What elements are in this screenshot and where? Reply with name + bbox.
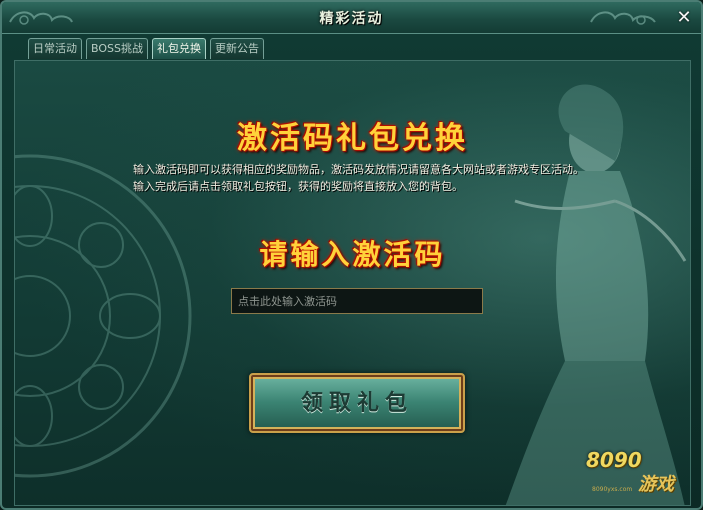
gift-exchange-panel: 激活码礼包兑换 输入激活码即可以获得相应的奖励物品，激活码发放情况请留意各大网站… bbox=[14, 60, 691, 506]
logo-subtext: 8090yxs.com bbox=[592, 486, 633, 493]
tab-gift-exchange[interactable]: 礼包兑换 bbox=[151, 38, 206, 59]
exchange-heading: 激活码礼包兑换 bbox=[237, 121, 468, 156]
logo-number: 8090 bbox=[586, 448, 642, 472]
close-icon[interactable]: ✕ bbox=[673, 7, 695, 29]
mandala-decoration-icon bbox=[15, 154, 192, 478]
title-bar[interactable]: 精彩活动 ✕ bbox=[2, 2, 701, 34]
input-code-heading: 请输入激活码 bbox=[259, 238, 446, 271]
tab-bar: 日常活动 BOSS挑战 礼包兑换 更新公告 bbox=[28, 38, 264, 60]
tab-daily-events[interactable]: 日常活动 bbox=[28, 38, 82, 59]
description-line-1: 输入激活码即可以获得相应的奖励物品，激活码发放情况请留意各大网站或者游戏专区活动… bbox=[133, 163, 584, 176]
claim-gift-button[interactable]: 领取礼包 bbox=[249, 373, 465, 433]
window-title: 精彩活动 bbox=[319, 11, 384, 27]
claim-gift-button-label: 领取礼包 bbox=[300, 390, 413, 416]
tab-boss-challenge[interactable]: BOSS挑战 bbox=[86, 38, 148, 59]
logo-text: 游戏 bbox=[638, 474, 674, 495]
site-logo: 8090 游戏 8090yxs.com bbox=[578, 446, 690, 504]
tab-update-notes[interactable]: 更新公告 bbox=[209, 38, 264, 59]
description-line-2: 输入完成后请点击领取礼包按钮，获得的奖励将直接放入您的背包。 bbox=[133, 180, 463, 193]
activation-code-input[interactable] bbox=[231, 288, 483, 314]
event-window: 精彩活动 ✕ 日常活动 BOSS挑战 礼包兑换 更新公告 激活码礼包兑换 输入激… bbox=[0, 0, 703, 510]
